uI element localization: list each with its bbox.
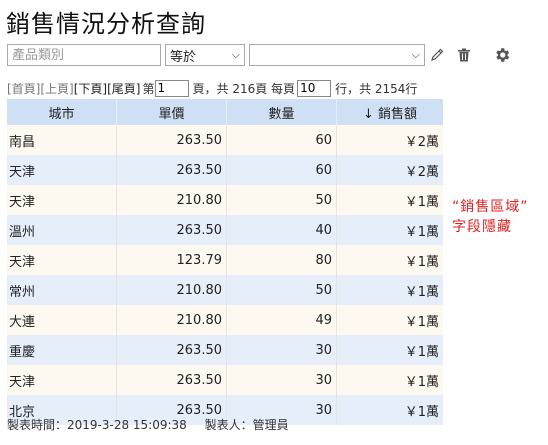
cell-sales: ￥2萬 — [336, 125, 443, 155]
cell-city: 常州 — [7, 275, 117, 305]
cell-city: 南昌 — [7, 125, 117, 155]
chevron-down-icon: ⌵ — [231, 48, 240, 61]
first-page-link[interactable]: [首頁] — [7, 80, 40, 97]
table-header-row: 城市 單價 數量 ↓ 銷售額 — [7, 99, 443, 125]
cell-sales: ￥1萬 — [336, 305, 443, 335]
column-header-quantity[interactable]: 數量 — [226, 99, 337, 125]
column-header-city[interactable]: 城市 — [7, 99, 117, 125]
cell-quantity: 80 — [226, 245, 337, 275]
report-time: 製表時間：2019-3-28 15:09:38 — [7, 418, 187, 432]
table-row[interactable]: 天津 263.50 60 ￥2萬 — [7, 155, 443, 185]
next-page-link[interactable]: [下頁] — [74, 80, 107, 97]
cell-quantity: 50 — [226, 185, 337, 215]
table-row[interactable]: 常州 210.80 50 ￥1萬 — [7, 275, 443, 305]
cell-sales: ￥1萬 — [336, 365, 443, 395]
rows-per-page-input[interactable] — [297, 79, 332, 97]
cell-price: 263.50 — [116, 365, 227, 395]
gear-icon[interactable] — [492, 45, 512, 65]
cell-price: 210.80 — [116, 275, 227, 305]
cell-sales: ￥1萬 — [336, 215, 443, 245]
total-rows: 行，共 2154行 — [335, 81, 418, 96]
cell-price: 263.50 — [116, 335, 227, 365]
cell-city: 天津 — [7, 155, 117, 185]
column-header-sales[interactable]: ↓ 銷售額 — [336, 99, 443, 125]
cell-city: 大連 — [7, 305, 117, 335]
operator-select[interactable]: 等於 ⌵ — [165, 44, 245, 66]
prev-page-link[interactable]: [上頁] — [40, 80, 73, 97]
value-select[interactable]: ⌵ — [249, 44, 425, 66]
pagination: [首頁] [上頁] [下頁] [尾頁] 第 頁，共 216頁 每頁 行，共 21… — [7, 79, 417, 97]
page-number-input[interactable] — [154, 79, 189, 97]
cell-quantity: 50 — [226, 275, 337, 305]
column-header-price[interactable]: 單價 — [116, 99, 227, 125]
page-info: 頁，共 216頁 每頁 — [192, 81, 296, 96]
table-row[interactable]: 天津 263.50 30 ￥1萬 — [7, 365, 443, 395]
page-title: 銷售情況分析查詢 — [6, 10, 206, 38]
operator-value: 等於 — [170, 49, 197, 65]
note-line-2: 字段隱藏 — [452, 219, 512, 235]
last-page-link[interactable]: [尾頁] — [107, 80, 140, 97]
cell-sales: ￥1萬 — [336, 335, 443, 365]
cell-sales: ￥1萬 — [336, 275, 443, 305]
cell-quantity: 30 — [226, 335, 337, 365]
cell-quantity: 40 — [226, 215, 337, 245]
cell-quantity: 49 — [226, 305, 337, 335]
cell-city: 溫州 — [7, 215, 117, 245]
field-input[interactable] — [7, 44, 161, 66]
cell-quantity: 60 — [226, 125, 337, 155]
cell-quantity: 30 — [226, 365, 337, 395]
page-prefix: 第 — [142, 81, 155, 96]
cell-price: 123.79 — [116, 245, 227, 275]
table-row[interactable]: 重慶 263.50 30 ￥1萬 — [7, 335, 443, 365]
cell-sales: ￥1萬 — [336, 395, 443, 425]
table-row[interactable]: 天津 123.79 80 ￥1萬 — [7, 245, 443, 275]
cell-price: 263.50 — [116, 155, 227, 185]
cell-quantity: 60 — [226, 155, 337, 185]
chevron-down-icon: ⌵ — [411, 48, 420, 61]
sales-table: 城市 單價 數量 ↓ 銷售額 南昌 263.50 60 ￥2萬 天津 263.50 60 ￥2… — [7, 99, 443, 425]
cell-price: 210.80 — [116, 185, 227, 215]
report-maker: 製表人：管理員 — [204, 418, 289, 432]
pencil-icon[interactable] — [427, 45, 447, 65]
cell-city: 天津 — [7, 185, 117, 215]
cell-price: 263.50 — [116, 125, 227, 155]
table-body: 南昌 263.50 60 ￥2萬 天津 263.50 60 ￥2萬 天津 210.80 50 ￥1萬溫… — [7, 125, 443, 425]
cell-price: 263.50 — [116, 215, 227, 245]
table-row[interactable]: 大連 210.80 49 ￥1萬 — [7, 305, 443, 335]
cell-sales: ￥2萬 — [336, 155, 443, 185]
filter-bar: 等於 ⌵ ⌵ — [7, 44, 425, 66]
table-row[interactable]: 南昌 263.50 60 ￥2萬 — [7, 125, 443, 155]
table-row[interactable]: 溫州 263.50 40 ￥1萬 — [7, 215, 443, 245]
table-row[interactable]: 天津 210.80 50 ￥1萬 — [7, 185, 443, 215]
cell-sales: ￥1萬 — [336, 245, 443, 275]
report-footer: 製表時間：2019-3-28 15:09:38 製表人：管理員 — [7, 416, 289, 433]
cell-price: 210.80 — [116, 305, 227, 335]
cell-city: 天津 — [7, 365, 117, 395]
hidden-field-note: “銷售區域” 字段隱藏 — [452, 197, 529, 237]
note-line-1: “銷售區域” — [452, 199, 529, 215]
cell-sales: ￥1萬 — [336, 185, 443, 215]
trash-icon[interactable] — [454, 45, 474, 65]
cell-city: 重慶 — [7, 335, 117, 365]
cell-city: 天津 — [7, 245, 117, 275]
